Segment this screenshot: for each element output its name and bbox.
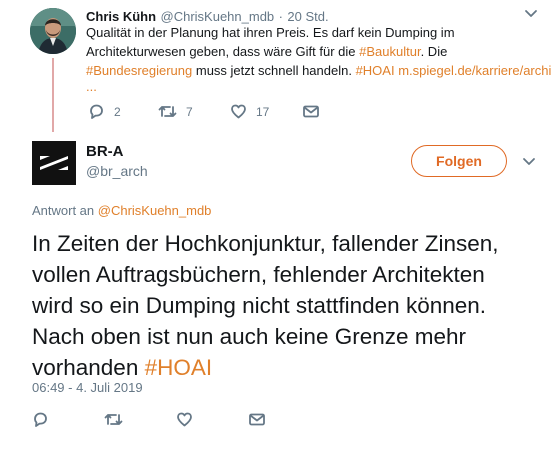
reply-count: 2	[114, 104, 121, 119]
reply-action[interactable]: 2	[88, 103, 121, 120]
main-message-action[interactable]	[248, 411, 266, 428]
main-author-handle[interactable]: @br_arch	[86, 163, 148, 179]
follow-button[interactable]: Folgen	[411, 145, 507, 177]
main-retweet-action[interactable]	[104, 411, 123, 428]
ellipsis: ...	[86, 79, 97, 94]
hashtag-bundesregierung[interactable]: #Bundesregierung	[86, 63, 192, 78]
main-tweet-text: In Zeiten der Hochkonjunktur, fallender …	[32, 228, 532, 383]
author-name-text: BR-A	[86, 143, 124, 160]
thread-line	[52, 58, 54, 132]
author-handle[interactable]: @ChrisKuehn_mdb	[161, 9, 275, 24]
main-text-body: In Zeiten der Hochkonjunktur, fallender …	[32, 231, 499, 380]
retweet-action[interactable]: 7	[158, 103, 193, 120]
author-avatar[interactable]	[30, 8, 76, 54]
article-link[interactable]: m.spiegel.de/karriere/archi	[398, 63, 551, 78]
retweet-icon	[104, 411, 123, 428]
reply-text-line-3: #Bundesregierung muss jetzt schnell hand…	[86, 61, 551, 80]
hashtag-baukultur[interactable]: #Baukultur	[359, 44, 420, 59]
reply-text-line-2: Architekturwesen geben, dass wäre Gift f…	[86, 42, 546, 61]
tweet-time[interactable]: 20 Std.	[287, 9, 328, 24]
reply-icon	[88, 103, 105, 120]
reply-text-segment: Architekturwesen geben, dass wäre Gift f…	[86, 44, 360, 59]
reply-icon	[32, 411, 49, 428]
chevron-down-icon[interactable]	[522, 154, 536, 171]
main-reply-action[interactable]	[32, 411, 49, 428]
reply-to-handle[interactable]: @ChrisKuehn_mdb	[98, 203, 212, 218]
retweet-icon	[158, 103, 177, 120]
author-name[interactable]: Chris Kühn	[86, 9, 156, 24]
retweet-count: 7	[186, 104, 193, 119]
like-icon	[176, 411, 193, 428]
reply-to-line: Antwort an @ChrisKuehn_mdb	[32, 203, 211, 218]
reply-text-line-1: Qualität in der Planung hat ihren Preis.…	[86, 25, 455, 40]
main-author-name[interactable]: BR-A	[86, 143, 124, 161]
hashtag-hoai-main[interactable]: #HOAI	[145, 355, 213, 380]
message-icon	[302, 103, 320, 120]
hashtag-hoai[interactable]: #HOAI	[356, 63, 395, 78]
separator: ·	[278, 9, 283, 24]
chevron-down-icon[interactable]	[524, 6, 538, 23]
reply-text-segment: . Die	[420, 44, 448, 59]
tweet-timestamp[interactable]: 06:49 - 4. Juli 2019	[32, 380, 143, 395]
reply-tweet-text: Qualität in der Planung hat ihren Preis.…	[86, 23, 551, 94]
message-action[interactable]	[302, 103, 320, 120]
reply-text-segment: muss jetzt schnell handeln.	[192, 63, 356, 78]
like-action[interactable]: 17	[230, 103, 269, 120]
like-count: 17	[256, 104, 270, 119]
br-a-logo-avatar[interactable]	[32, 141, 76, 185]
like-icon	[230, 103, 247, 120]
reply-to-prefix: Antwort an	[32, 203, 98, 218]
main-like-action[interactable]	[176, 411, 193, 428]
message-icon	[248, 411, 266, 428]
